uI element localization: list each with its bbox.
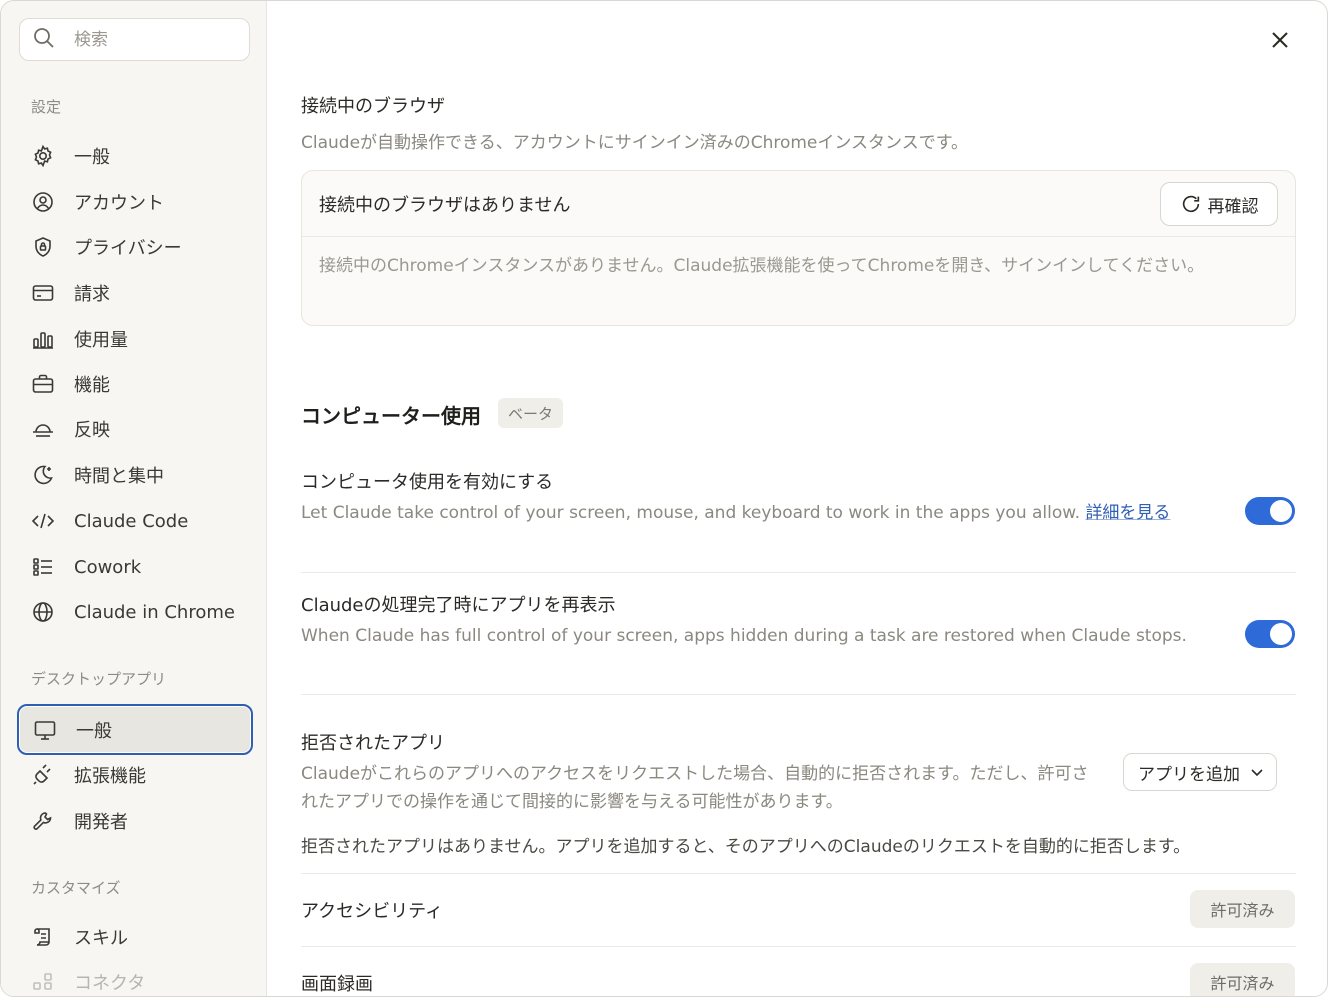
sunset-icon (31, 417, 55, 441)
scroll-icon (31, 925, 55, 949)
restore-apps-title: Claudeの処理完了時にアプリを再表示 (301, 595, 616, 616)
sidebar-item-skills[interactable]: スキル (17, 914, 253, 960)
denied-apps-description: Claudeがこれらのアプリへのアクセスをリクエストした場合、自動的に拒否されま… (301, 764, 1089, 812)
sidebar-item-connectors[interactable]: コネクタ (17, 959, 253, 996)
screen-recording-status-button[interactable]: 許可済み (1190, 963, 1295, 996)
close-button[interactable] (1269, 29, 1291, 51)
shield-icon (31, 235, 55, 259)
search-input[interactable] (74, 29, 224, 50)
close-icon (1272, 32, 1288, 48)
beta-badge: ベータ (498, 398, 564, 428)
sidebar-item-label: 機能 (74, 375, 110, 396)
sidebar-item-billing[interactable]: 請求 (17, 270, 253, 316)
sidebar-item-label: Cowork (74, 556, 142, 578)
sidebar-item-label: 拡張機能 (74, 766, 146, 787)
sidebar-item-label: 使用量 (74, 330, 128, 351)
sidebar-item-label: 時間と集中 (74, 466, 164, 487)
sidebar-item-label: プライバシー (74, 238, 182, 259)
connected-browser-card: 接続中のブラウザはありません 再確認 接続中のChromeインスタンスがありませ… (301, 170, 1296, 326)
sidebar-item-claude-code[interactable]: Claude Code (17, 498, 253, 544)
code-icon (31, 509, 55, 533)
toggle-knob (1270, 623, 1292, 645)
recheck-label: 再確認 (1207, 196, 1259, 217)
wrench-icon (31, 809, 55, 833)
connector-icon (31, 970, 55, 994)
chevron-down-icon (1251, 769, 1263, 777)
sidebar-item-label: Claude in Chrome (74, 601, 235, 623)
sidebar-item-time-focus[interactable]: 時間と集中 (17, 452, 253, 498)
sidebar-item-label: アカウント (74, 193, 164, 214)
card-message: 接続中のChromeインスタンスがありません。Claude拡張機能を使ってChr… (319, 256, 1205, 276)
denied-apps-empty-message: 拒否されたアプリはありません。アプリを追加すると、そのアプリへのClaudeのリ… (301, 837, 1191, 857)
card-header: 接続中のブラウザはありません 再確認 (302, 171, 1295, 237)
main-content: 接続中のブラウザ Claudeが自動操作できる、アカウントにサインイン済みのCh… (267, 1, 1327, 996)
restore-apps-toggle[interactable] (1245, 620, 1295, 648)
recheck-button[interactable]: 再確認 (1160, 182, 1278, 226)
sidebar-item-extensions[interactable]: 拡張機能 (17, 752, 253, 798)
sidebar-item-cowork[interactable]: Cowork (17, 544, 253, 590)
gear-icon (31, 144, 55, 168)
section-label-settings: 設定 (31, 98, 62, 116)
sidebar-item-label: Claude Code (74, 510, 189, 532)
section-label-desktop: デスクトップアプリ (31, 670, 167, 688)
card-title: 接続中のブラウザはありません (319, 195, 571, 216)
sidebar-item-privacy[interactable]: プライバシー (17, 224, 253, 270)
checklist-icon (31, 555, 55, 579)
sidebar-item-label: 一般 (74, 147, 110, 168)
divider (301, 572, 1296, 573)
toggle-knob (1270, 500, 1292, 522)
divider (301, 873, 1296, 874)
browser-section-description: Claudeが自動操作できる、アカウントにサインイン済みのChromeインスタン… (301, 133, 968, 153)
sidebar-item-general[interactable]: 一般 (17, 133, 253, 179)
sidebar-item-label: 開発者 (74, 812, 128, 833)
plug-icon (31, 763, 55, 787)
search-box[interactable] (19, 18, 250, 61)
permission-accessibility-label: アクセシビリティ (301, 901, 444, 922)
sidebar-item-label: 一般 (76, 720, 112, 742)
monitor-icon (33, 718, 57, 742)
sidebar-item-claude-in-chrome[interactable]: Claude in Chrome (17, 589, 253, 635)
denied-apps-title: 拒否されたアプリ (301, 733, 445, 754)
enable-computer-use-title: コンピュータ使用を有効にする (301, 472, 554, 493)
sidebar: 設定 一般 アカウント プライバシー 請求 使用量 機能 反映 (1, 1, 267, 996)
sidebar-item-label: スキル (74, 928, 128, 949)
browser-section-title: 接続中のブラウザ (301, 96, 445, 117)
account-icon (31, 190, 55, 214)
sidebar-item-account[interactable]: アカウント (17, 179, 253, 225)
sidebar-item-desktop-general[interactable]: 一般 (17, 704, 253, 755)
computer-use-title: コンピューター使用 (301, 404, 481, 428)
briefcase-icon (31, 372, 55, 396)
sidebar-item-usage[interactable]: 使用量 (17, 316, 253, 362)
divider (301, 946, 1296, 947)
sidebar-item-label: コネクタ (74, 973, 146, 994)
add-app-button[interactable]: アプリを追加 (1123, 753, 1277, 791)
refresh-icon (1182, 195, 1199, 213)
credit-card-icon (31, 281, 55, 305)
divider (301, 694, 1296, 695)
learn-more-link[interactable]: 詳細を見る (1085, 503, 1170, 523)
section-label-customize: カスタマイズ (31, 879, 121, 897)
permission-screen-recording-label: 画面録画 (301, 974, 373, 995)
add-app-label: アプリを追加 (1138, 764, 1240, 785)
description-text: Let Claude take control of your screen, … (301, 503, 1086, 523)
sidebar-item-reflection[interactable]: 反映 (17, 406, 253, 452)
sidebar-item-label: 反映 (74, 420, 110, 441)
bar-chart-icon (31, 327, 55, 351)
settings-window: 設定 一般 アカウント プライバシー 請求 使用量 機能 反映 (0, 0, 1328, 997)
moon-icon (31, 463, 55, 487)
accessibility-status-button[interactable]: 許可済み (1190, 890, 1295, 928)
globe-icon (31, 600, 55, 624)
enable-computer-use-toggle[interactable] (1245, 497, 1295, 525)
restore-apps-description: When Claude has full control of your scr… (301, 626, 1187, 646)
sidebar-item-developer[interactable]: 開発者 (17, 798, 253, 844)
sidebar-item-label: 請求 (74, 284, 110, 305)
enable-computer-use-description: Let Claude take control of your screen, … (301, 499, 1201, 527)
search-icon (32, 26, 56, 54)
sidebar-item-features[interactable]: 機能 (17, 361, 253, 407)
